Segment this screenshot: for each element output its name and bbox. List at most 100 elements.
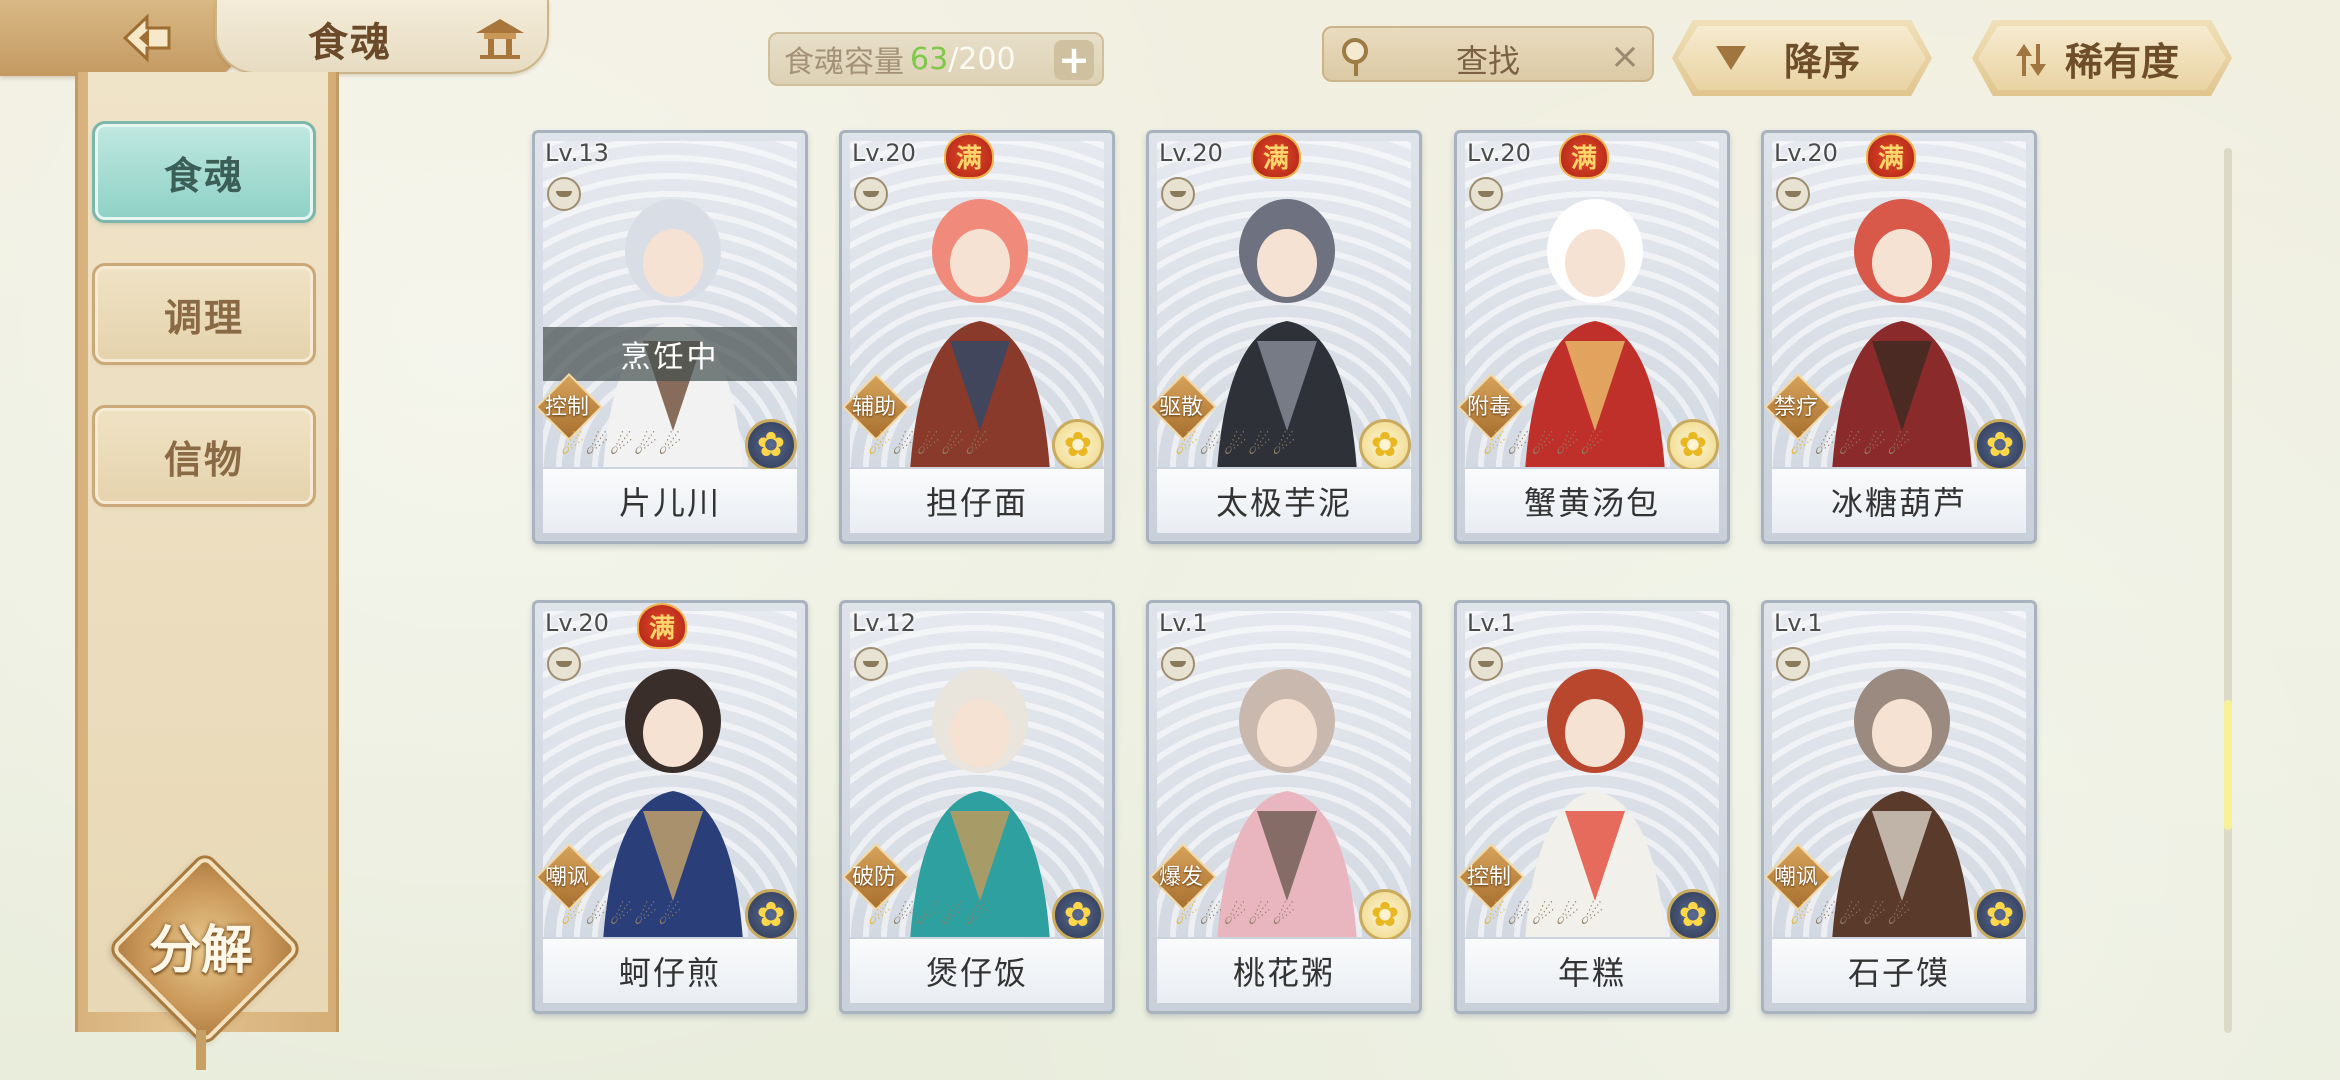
card-name: 片儿川 [543, 469, 797, 533]
role-badge: 嘲讽 [1764, 843, 1832, 911]
level-label: Lv.1 [1467, 609, 1516, 637]
star-icon-empty: ☄☄☄☄ [585, 901, 683, 931]
star-icon-empty: ☄☄☄☄ [892, 431, 990, 461]
role-badge: 辅助 [842, 373, 910, 441]
role-badge: 附毒 [1457, 373, 1525, 441]
level-label: Lv.13 [545, 139, 609, 167]
star-rating: ☄☄☄☄☄ [1175, 431, 1297, 461]
card-name: 石子馍 [1772, 939, 2026, 1003]
food-soul-card[interactable]: Lv.1 嘲讽 ☄☄☄☄☄ ✿ 石子馍 [1761, 600, 2037, 1014]
sort-rarity-label: 稀有度 [2064, 39, 2179, 84]
star-icon-filled: ☄ [1483, 901, 1508, 931]
level-label: Lv.1 [1774, 609, 1823, 637]
chevron-down-icon [1716, 46, 1746, 70]
food-soul-card[interactable]: Lv.20 满 嘲讽 ☄☄☄☄☄ ✿ 蚵仔煎 [532, 600, 808, 1014]
role-label: 爆发 [1158, 865, 1203, 890]
star-rating: ☄☄☄☄☄ [561, 431, 683, 461]
max-level-badge: 满 [639, 605, 685, 647]
star-icon-empty: ☄☄☄☄ [1507, 431, 1605, 461]
card-name: 煲仔饭 [850, 939, 1104, 1003]
capacity-indicator: 食魂容量 63 /200 + [768, 32, 1104, 86]
star-rating: ☄☄☄☄☄ [1483, 431, 1605, 461]
swap-icon [2016, 44, 2046, 76]
star-rating: ☄☄☄☄☄ [1790, 431, 1912, 461]
level-label: Lv.20 [1467, 139, 1531, 167]
star-icon-filled: ☄ [868, 431, 893, 461]
search-box[interactable]: 查找 × [1322, 26, 1654, 82]
star-icon-filled: ☄ [561, 901, 586, 931]
clear-icon[interactable]: × [1610, 36, 1640, 77]
bowl-icon [547, 177, 581, 211]
star-icon-filled: ☄ [868, 901, 893, 931]
scrollbar-track[interactable] [2224, 148, 2232, 1033]
bowl-icon [1776, 177, 1810, 211]
food-soul-card[interactable]: Lv.12 破防 ☄☄☄☄☄ ✿ 煲仔饭 [839, 600, 1115, 1014]
card-name: 蚵仔煎 [543, 939, 797, 1003]
star-icon-filled: ☄ [1175, 901, 1200, 931]
role-label: 附毒 [1466, 395, 1511, 420]
role-label: 破防 [851, 865, 896, 890]
role-badge: 嘲讽 [535, 843, 603, 911]
food-soul-card[interactable]: Lv.20 满 禁疗 ☄☄☄☄☄ ✿ 冰糖葫芦 [1761, 130, 2037, 544]
level-label: Lv.20 [852, 139, 916, 167]
back-arrow-icon[interactable] [118, 12, 180, 64]
role-badge: 控制 [535, 373, 603, 441]
food-soul-card[interactable]: Lv.1 控制 ☄☄☄☄☄ ✿ 年糕 [1454, 600, 1730, 1014]
star-icon-empty: ☄☄☄☄ [1507, 901, 1605, 931]
element-flower-icon: ✿ [1052, 419, 1104, 471]
star-rating: ☄☄☄☄☄ [868, 431, 990, 461]
element-flower-icon: ✿ [745, 419, 797, 471]
element-flower-icon: ✿ [1359, 889, 1411, 941]
bowl-icon [1776, 647, 1810, 681]
role-badge: 驱散 [1149, 373, 1217, 441]
star-icon-filled: ☄ [1483, 431, 1508, 461]
star-rating: ☄☄☄☄☄ [1175, 901, 1297, 931]
food-soul-card[interactable]: Lv.13 烹饪中 控制 ☄☄☄☄☄ ✿ 片儿川 [532, 130, 808, 544]
star-rating: ☄☄☄☄☄ [1790, 901, 1912, 931]
level-label: Lv.1 [1159, 609, 1208, 637]
role-label: 禁疗 [1773, 395, 1818, 420]
star-icon-empty: ☄☄☄☄ [1814, 431, 1912, 461]
scrollbar-thumb[interactable] [2224, 700, 2232, 830]
tab-tokens[interactable]: 信物 [92, 405, 316, 507]
bowl-icon [1469, 177, 1503, 211]
bowl-icon [1161, 647, 1195, 681]
character-portrait [910, 199, 1050, 467]
capacity-label: 食魂容量 [784, 45, 904, 80]
star-icon-empty: ☄☄☄☄ [1199, 901, 1297, 931]
bowl-icon [1469, 647, 1503, 681]
role-badge: 破防 [842, 843, 910, 911]
food-soul-card[interactable]: Lv.20 满 辅助 ☄☄☄☄☄ ✿ 担仔面 [839, 130, 1115, 544]
card-name: 蟹黄汤包 [1465, 469, 1719, 533]
bowl-icon [547, 647, 581, 681]
pavilion-icon[interactable] [470, 14, 530, 62]
character-portrait [1832, 199, 1972, 467]
back-button[interactable] [0, 0, 235, 76]
food-soul-card[interactable]: Lv.20 满 驱散 ☄☄☄☄☄ ✿ 太极芋泥 [1146, 130, 1422, 544]
character-portrait [1525, 669, 1665, 937]
food-soul-card[interactable]: Lv.20 满 附毒 ☄☄☄☄☄ ✿ 蟹黄汤包 [1454, 130, 1730, 544]
capacity-max: /200 [948, 41, 1016, 77]
card-name: 年糕 [1465, 939, 1719, 1003]
sort-order-button[interactable]: 降序 [1672, 20, 1932, 96]
food-soul-card[interactable]: Lv.1 爆发 ☄☄☄☄☄ ✿ 桃花粥 [1146, 600, 1422, 1014]
element-flower-icon: ✿ [1974, 419, 2026, 471]
card-name: 冰糖葫芦 [1772, 469, 2026, 533]
decompose-button[interactable]: 分解 [106, 850, 304, 1048]
role-label: 辅助 [851, 395, 896, 420]
tab-conditioning[interactable]: 调理 [92, 263, 316, 365]
element-flower-icon: ✿ [1667, 419, 1719, 471]
capacity-plus-button[interactable]: + [1054, 38, 1094, 82]
star-rating: ☄☄☄☄☄ [561, 901, 683, 931]
sort-rarity-button[interactable]: 稀有度 [1972, 20, 2232, 96]
star-icon-filled: ☄ [1790, 431, 1815, 461]
max-level-badge: 满 [946, 135, 992, 177]
character-portrait [1217, 669, 1357, 937]
character-portrait [603, 669, 743, 937]
star-icon-empty: ☄☄☄☄ [892, 901, 990, 931]
search-input[interactable]: 查找 [1324, 36, 1652, 82]
element-flower-icon: ✿ [1052, 889, 1104, 941]
tab-food-souls[interactable]: 食魂 [92, 121, 316, 223]
level-label: Lv.20 [545, 609, 609, 637]
role-label: 控制 [544, 395, 589, 420]
